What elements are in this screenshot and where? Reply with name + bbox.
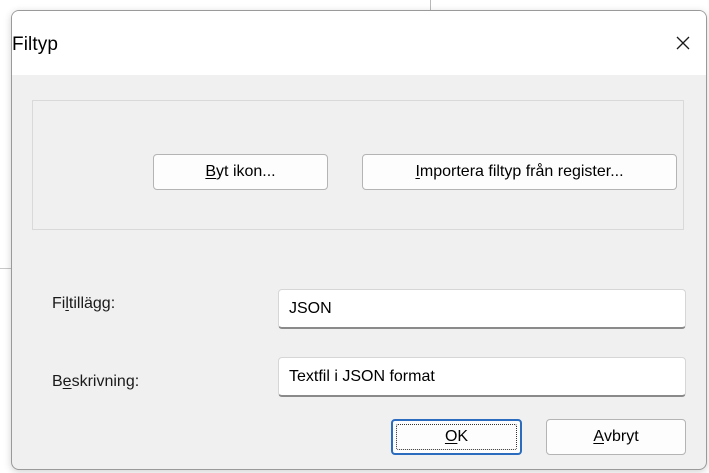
extension-input[interactable]: [278, 289, 686, 329]
cancel-button[interactable]: Avbryt: [546, 419, 686, 455]
description-label-mnemonic: e: [62, 373, 72, 390]
close-icon: [676, 36, 690, 50]
import-filetype-button[interactable]: Importera filtyp från register...: [362, 154, 677, 190]
background-divider-vertical: [430, 0, 431, 10]
import-filetype-label: mportera filtyp från register...: [419, 163, 624, 180]
close-button[interactable]: [660, 21, 706, 65]
description-input[interactable]: [278, 357, 686, 397]
extension-label-end: tillägg:: [68, 295, 116, 312]
description-label-end: skrivning:: [71, 373, 140, 390]
extension-label-start: Fi: [52, 295, 66, 312]
description-label-start: B: [52, 373, 63, 390]
cancel-mnemonic: A: [593, 428, 604, 445]
dialog-title: Filtyp: [12, 34, 58, 55]
ok-focus-rectangle: [396, 424, 517, 450]
change-icon-label: yt ikon...: [216, 163, 276, 180]
ok-button[interactable]: OK: [391, 419, 522, 455]
change-icon-button[interactable]: Byt ikon...: [153, 154, 328, 190]
filetype-dialog: Filtyp Byt ikon... Importera filtyp från…: [11, 10, 707, 470]
dialog-titlebar: Filtyp: [12, 11, 706, 75]
change-icon-mnemonic: B: [205, 163, 217, 180]
cancel-label: vbryt: [604, 428, 639, 445]
description-label: Beskrivning:: [52, 373, 139, 391]
extension-label: Filtillägg:: [52, 295, 115, 313]
